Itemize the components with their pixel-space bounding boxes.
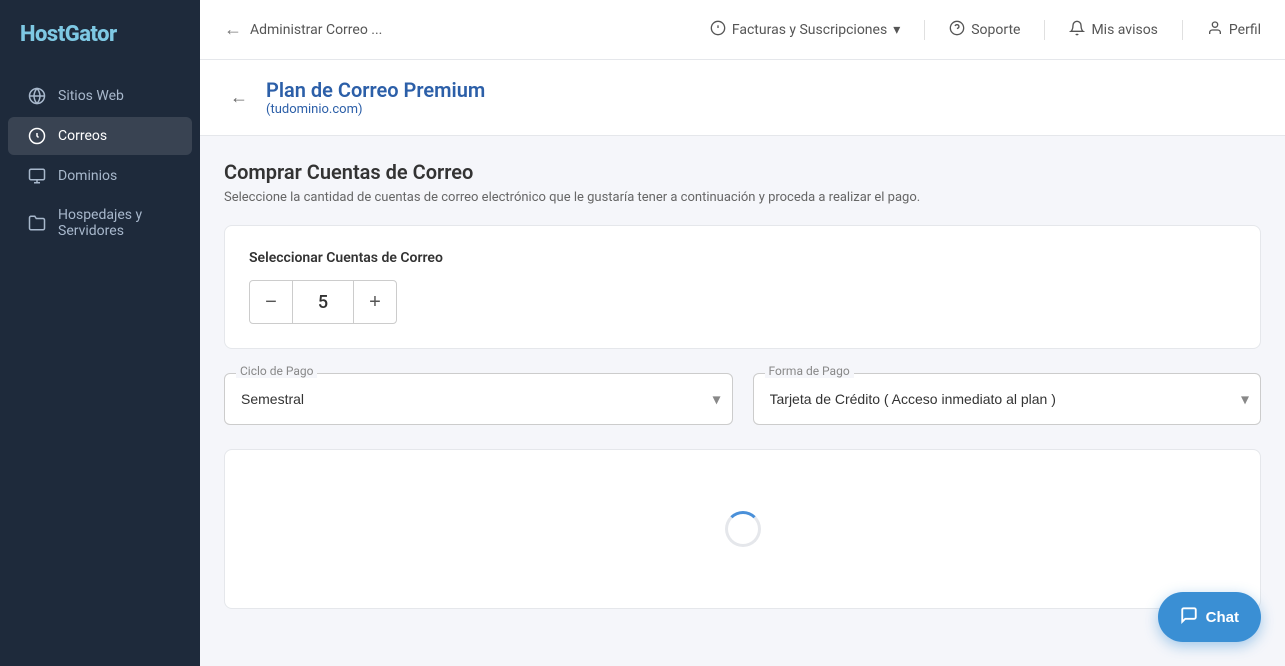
counter-control: − 5 +: [249, 280, 1236, 324]
sidebar-item-label: Dominios: [58, 168, 117, 184]
payment-method-select[interactable]: Tarjeta de Crédito ( Acceso inmediato al…: [753, 373, 1262, 425]
sidebar-item-correos[interactable]: Correos: [8, 117, 192, 155]
app-logo: HostGator: [0, 0, 200, 69]
profile-button[interactable]: Perfil: [1207, 20, 1261, 40]
chat-button[interactable]: Chat: [1158, 592, 1261, 642]
page-back-arrow-icon: ←: [230, 87, 248, 108]
counter-label: Seleccionar Cuentas de Correo: [249, 250, 1236, 266]
sidebar-item-label: Hospedajes yServidores: [58, 207, 142, 239]
loading-card: [224, 449, 1261, 609]
sidebar-item-dominios[interactable]: Dominios: [8, 157, 192, 195]
payment-cycle-label: Ciclo de Pago: [236, 364, 317, 378]
dollar-icon: [710, 20, 726, 40]
profile-label: Perfil: [1229, 22, 1261, 38]
question-icon: [949, 20, 965, 40]
bell-icon: [1069, 20, 1085, 40]
sidebar-item-hospedajes[interactable]: Hospedajes yServidores: [8, 197, 192, 249]
billing-chevron-icon: ▾: [893, 22, 900, 38]
section-desc: Seleccione la cantidad de cuentas de cor…: [224, 190, 1261, 205]
payment-cycle-select[interactable]: Semestral Mensual Anual: [224, 373, 733, 425]
counter-card: Seleccionar Cuentas de Correo − 5 +: [224, 225, 1261, 349]
payment-method-group: Forma de Pago Tarjeta de Crédito ( Acces…: [753, 373, 1262, 425]
increment-button[interactable]: +: [353, 280, 397, 324]
monitor-icon: [28, 167, 46, 185]
chat-icon: [1180, 606, 1198, 628]
dropdowns-row: Ciclo de Pago Semestral Mensual Anual ▾ …: [224, 373, 1261, 425]
content-area: ← Plan de Correo Premium (tudominio.com)…: [200, 60, 1285, 666]
chat-label: Chat: [1206, 609, 1239, 626]
sidebar-item-label: Correos: [58, 128, 107, 144]
notifications-button[interactable]: Mis avisos: [1069, 20, 1157, 40]
back-arrow-icon: ←: [224, 19, 242, 40]
topnav: ← Administrar Correo ... Facturas y Susc…: [200, 0, 1285, 60]
sidebar-item-label: Sitios Web: [58, 88, 124, 104]
page-subtitle: (tudominio.com): [266, 102, 485, 117]
sidebar: HostGator Sitios Web Correos Dominios Ho…: [0, 0, 200, 666]
support-label: Soporte: [971, 22, 1020, 38]
page-back-button[interactable]: ←: [224, 83, 254, 113]
billing-button[interactable]: Facturas y Suscripciones ▾: [710, 20, 900, 40]
loading-spinner: [725, 511, 761, 547]
topnav-items: Facturas y Suscripciones ▾ Soporte Mis a…: [710, 20, 1261, 40]
decrement-button[interactable]: −: [249, 280, 293, 324]
notifications-label: Mis avisos: [1091, 22, 1157, 38]
sidebar-item-sitios-web[interactable]: Sitios Web: [8, 77, 192, 115]
email-icon: [28, 127, 46, 145]
section-title: Comprar Cuentas de Correo: [224, 160, 1261, 184]
globe-icon: [28, 87, 46, 105]
topnav-title: Administrar Correo ...: [250, 22, 382, 38]
sidebar-nav: Sitios Web Correos Dominios Hospedajes y…: [0, 69, 200, 257]
main-content: ← Administrar Correo ... Facturas y Susc…: [200, 0, 1285, 666]
logo-text: HostGator: [20, 22, 117, 47]
counter-value: 5: [293, 280, 353, 324]
page-header-text: Plan de Correo Premium (tudominio.com): [266, 78, 485, 117]
payment-cycle-group: Ciclo de Pago Semestral Mensual Anual ▾: [224, 373, 733, 425]
user-icon: [1207, 20, 1223, 40]
payment-method-label: Forma de Pago: [765, 364, 854, 378]
support-button[interactable]: Soporte: [949, 20, 1020, 40]
billing-label: Facturas y Suscripciones: [732, 22, 887, 38]
page-title: Plan de Correo Premium: [266, 78, 485, 102]
topnav-back-button[interactable]: ← Administrar Correo ...: [224, 19, 382, 40]
page-header-card: ← Plan de Correo Premium (tudominio.com): [200, 60, 1285, 136]
folder-icon: [28, 214, 46, 232]
